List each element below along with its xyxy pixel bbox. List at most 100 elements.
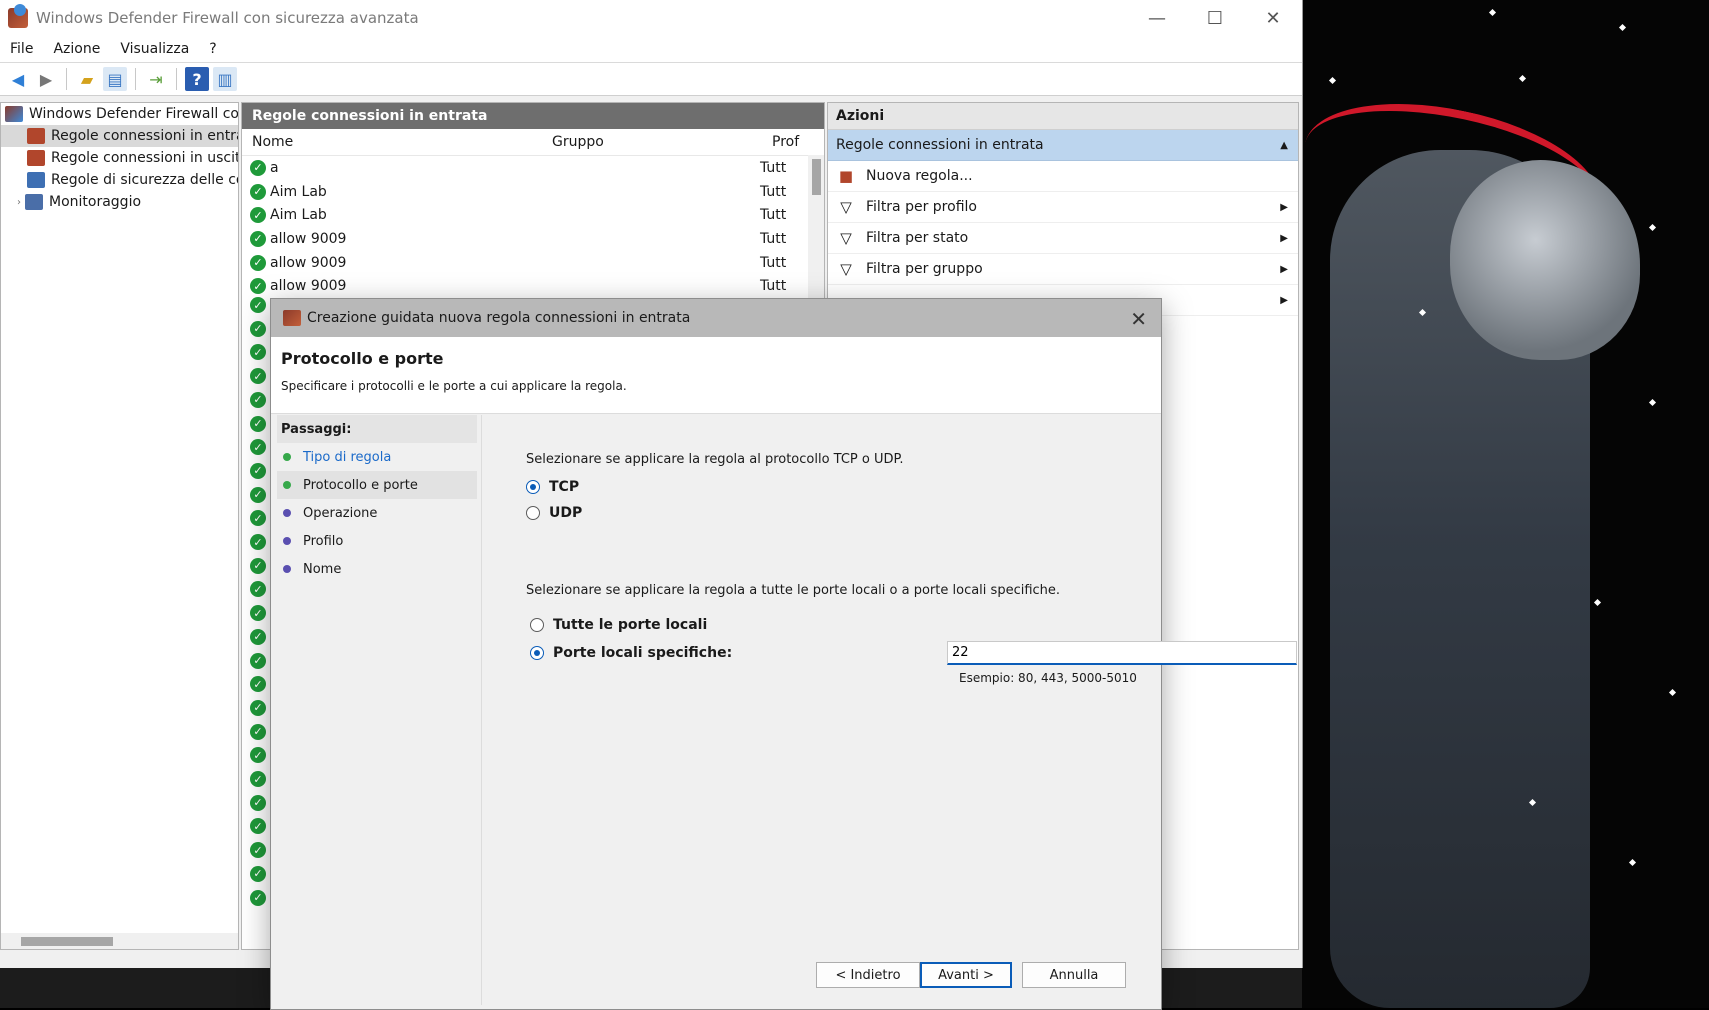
wizard-title: Creazione guidata nuova regola connessio… (307, 310, 691, 326)
back-icon[interactable]: ◀ (6, 67, 30, 91)
step-label: Protocollo e porte (303, 477, 418, 493)
radio-unselected[interactable] (526, 506, 540, 520)
close-button[interactable]: ✕ (1244, 0, 1302, 36)
table-row[interactable]: ✓ allow 9009 Tutt (242, 227, 824, 251)
action-filter-profile[interactable]: ▽ Filtra per profilo ▶ (828, 192, 1298, 223)
submenu-arrow-icon: ▶ (1280, 294, 1288, 306)
tree-horizontal-scrollbar[interactable] (1, 933, 238, 949)
tree-item-connection-security[interactable]: Regole di sicurezza delle cor (1, 169, 238, 191)
column-header-gruppo[interactable]: Gruppo (542, 134, 762, 150)
tree-item-label: Regole connessioni in entra (51, 128, 238, 144)
up-folder-icon[interactable]: ▰ (75, 67, 99, 91)
step-pending-dot-icon (283, 565, 291, 573)
tree-item-inbound-rules[interactable]: Regole connessioni in entra (1, 125, 238, 147)
radio-selected[interactable] (530, 646, 544, 660)
submenu-arrow-icon: ▶ (1280, 201, 1288, 213)
all-ports-label: Tutte le porte locali (553, 617, 708, 633)
next-button[interactable]: Avanti > (920, 962, 1012, 988)
filter-icon: ▽ (840, 229, 852, 247)
tree-item-monitoring[interactable]: › Monitoraggio (1, 191, 238, 213)
step-current-dot-icon (283, 481, 291, 489)
enabled-check-icon: ✓ (250, 344, 266, 361)
radio-selected[interactable] (526, 480, 540, 494)
specific-ports-radio[interactable]: Porte locali specifiche: (530, 645, 732, 661)
step-pending-dot-icon (283, 537, 291, 545)
collapse-up-icon[interactable]: ▲ (1280, 140, 1288, 151)
rule-name: allow 9009 (270, 254, 347, 271)
menu-help[interactable]: ? (199, 41, 226, 57)
table-row[interactable]: ✓ Aim Lab Tutt (242, 180, 824, 204)
menu-azione[interactable]: Azione (43, 41, 110, 57)
enabled-check-icon: ✓ (250, 486, 266, 503)
filter-icon: ▽ (840, 260, 852, 278)
enabled-check-icon: ✓ (250, 557, 266, 574)
menu-bar: File Azione Visualizza ? (0, 36, 1302, 63)
step-label: Nome (303, 561, 342, 577)
show-hide-tree-icon[interactable]: ▤ (103, 67, 127, 91)
ports-example: Esempio: 80, 443, 5000-5010 (959, 671, 1137, 685)
rule-name: allow 9009 (270, 278, 347, 295)
menu-visualizza[interactable]: Visualizza (110, 41, 199, 57)
enabled-check-icon: ✓ (250, 534, 266, 550)
enabled-check-icon: ✓ (250, 439, 266, 456)
enabled-check-icon: ✓ (250, 747, 266, 764)
rule-profile: Tutt (760, 183, 787, 200)
wizard-heading: Protocollo e porte (281, 349, 444, 368)
enabled-check-icon: ✓ (250, 183, 266, 200)
actions-section-header[interactable]: Regole connessioni in entrata ▲ (828, 130, 1298, 161)
udp-radio[interactable]: UDP (526, 505, 582, 521)
show-hide-action-pane-icon[interactable]: ▥ (213, 67, 237, 91)
action-filter-group[interactable]: ▽ Filtra per gruppo ▶ (828, 254, 1298, 285)
rules-list-header: Nome Gruppo Prof (242, 129, 824, 156)
inbound-rules-icon (27, 128, 45, 144)
forward-icon[interactable]: ▶ (34, 67, 58, 91)
rule-profile: Tutt (760, 207, 787, 224)
rule-name: allow 9009 (270, 230, 347, 247)
export-list-icon[interactable]: ⇥ (144, 67, 168, 91)
table-row[interactable]: ✓ Aim Lab Tutt (242, 203, 824, 227)
menu-file[interactable]: File (0, 41, 43, 57)
back-button[interactable]: < Indietro (816, 962, 920, 988)
udp-label: UDP (549, 505, 583, 521)
minimize-button[interactable]: — (1128, 0, 1186, 36)
column-header-profilo[interactable]: Prof (762, 134, 812, 150)
rules-pane-title: Regole connessioni in entrata (242, 103, 824, 129)
step-profilo: Profilo (277, 527, 477, 555)
console-tree: Windows Defender Firewall con Regole con… (0, 102, 239, 950)
enabled-check-icon: ✓ (250, 842, 266, 859)
table-row[interactable]: ✓ allow 9009 Tutt (242, 251, 824, 275)
table-row[interactable]: ✓ a Tutt (242, 156, 824, 180)
scrollbar-thumb[interactable] (812, 159, 821, 195)
step-protocollo-e-porte: Protocollo e porte (277, 471, 477, 499)
column-header-nome[interactable]: Nome (242, 134, 542, 150)
help-icon[interactable]: ? (185, 67, 209, 91)
enabled-check-icon: ✓ (250, 510, 266, 527)
close-icon[interactable]: ✕ (1130, 307, 1147, 331)
enabled-check-icon: ✓ (250, 159, 266, 176)
filter-icon: ▽ (840, 198, 852, 216)
radio-unselected[interactable] (530, 618, 544, 632)
step-done-dot-icon (283, 453, 291, 461)
table-row[interactable]: ✓ allow 9009 Tutt (242, 274, 824, 298)
enabled-check-icon: ✓ (250, 581, 266, 598)
enabled-check-icon: ✓ (250, 278, 266, 295)
specific-ports-input[interactable] (947, 641, 1297, 665)
maximize-button[interactable]: ☐ (1186, 0, 1244, 36)
connection-security-icon (27, 172, 45, 188)
tcp-label: TCP (549, 479, 580, 495)
submenu-arrow-icon: ▶ (1280, 263, 1288, 275)
rule-profile: Tutt (760, 254, 787, 271)
tree-root[interactable]: Windows Defender Firewall con (1, 103, 238, 125)
tree-item-label: Regole connessioni in uscita (51, 150, 238, 166)
action-new-rule[interactable]: ■ Nuova regola... (828, 161, 1298, 192)
tree-item-outbound-rules[interactable]: Regole connessioni in uscita (1, 147, 238, 169)
step-label[interactable]: Tipo di regola (303, 450, 391, 465)
cancel-button[interactable]: Annulla (1022, 962, 1126, 988)
step-tipo-di-regola[interactable]: Tipo di regola (277, 443, 477, 471)
action-filter-state[interactable]: ▽ Filtra per stato ▶ (828, 223, 1298, 254)
firewall-icon (5, 106, 23, 122)
chevron-right-icon[interactable]: › (13, 197, 25, 208)
all-ports-radio[interactable]: Tutte le porte locali (530, 617, 707, 633)
tcp-radio[interactable]: TCP (526, 479, 579, 495)
scrollbar-thumb[interactable] (21, 937, 113, 946)
